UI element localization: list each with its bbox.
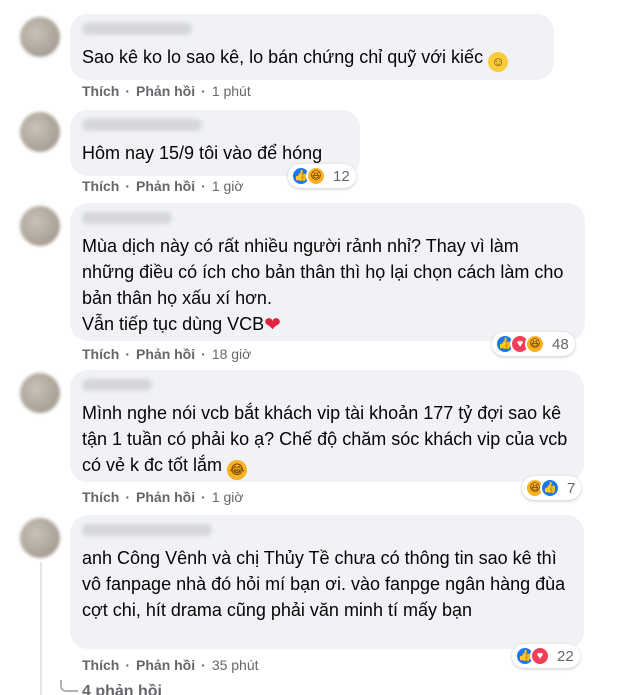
author-name-blurred[interactable] [82,23,192,35]
timestamp[interactable]: 1 phút [212,83,251,99]
separator-dot: · [201,83,206,99]
view-more-replies-link[interactable]: 4 phản hồi [82,683,162,695]
comment-bubble: anh Công Vênh và chị Thủy Tề chưa có thô… [70,515,584,649]
reply-button[interactable]: Phản hồi [136,178,195,194]
author-name-blurred[interactable] [82,524,212,536]
haha-reaction-icon: 😆 [525,334,545,354]
like-reaction-icon: 👍 [540,478,560,498]
reaction-summary[interactable]: 👍 😆 12 [288,164,356,188]
separator-dot: · [125,83,131,99]
reply-button[interactable]: Phản hồi [136,489,195,505]
reply-button[interactable]: Phản hồi [136,657,195,673]
comment-bubble: Sao kê ko lo sao kê, lo bán chứng chỉ qu… [70,14,554,80]
reply-arrow-icon [60,680,78,692]
author-name-blurred[interactable] [82,212,172,224]
reaction-summary[interactable]: 👍 ♥ 😆 48 [492,332,575,356]
timestamp[interactable]: 1 giờ [212,178,244,194]
comment-text: Mùa dịch này có rất nhiều người rảnh nhỉ… [82,236,564,336]
timestamp[interactable]: 1 giờ [212,489,244,505]
separator-dot: · [201,657,206,673]
separator-dot: · [125,489,131,505]
like-button[interactable]: Thích [82,346,119,362]
comment-actions: Thích · Phản hồi · 18 giờ [82,346,251,362]
reaction-summary[interactable]: 👍 ♥ 22 [512,644,580,668]
comment-actions: Thích · Phản hồi · 35 phút [82,657,259,673]
comment-bubble: Mùa dịch này có rất nhiều người rảnh nhỉ… [70,203,585,341]
avatar[interactable] [20,112,60,152]
like-button[interactable]: Thích [82,657,119,673]
reaction-count: 22 [557,647,574,665]
timestamp[interactable]: 35 phút [212,657,259,673]
like-button[interactable]: Thích [82,83,119,99]
separator-dot: · [201,489,206,505]
author-name-blurred[interactable] [82,379,152,391]
avatar[interactable] [20,373,60,413]
comment-text: Sao kê ko lo sao kê, lo bán chứng chỉ qu… [82,44,540,72]
timestamp[interactable]: 18 giờ [212,346,252,362]
comment-bubble: Mình nghe nói vcb bắt khách vip tài khoả… [70,370,584,482]
separator-dot: · [125,346,131,362]
reaction-count: 12 [333,167,350,185]
reply-button[interactable]: Phản hồi [136,83,195,99]
reaction-count: 48 [552,335,569,353]
comment-actions: Thích · Phản hồi · 1 giờ [82,489,244,505]
reply-thread-line [40,562,42,695]
comment-actions: Thích · Phản hồi · 1 giờ [82,178,244,194]
haha-reaction-icon: 😆 [306,166,326,186]
reaction-count: 7 [567,479,576,497]
comment-text: anh Công Vênh và chị Thủy Tề chưa có thô… [82,548,566,620]
separator-dot: · [125,657,131,673]
comment-actions: Thích · Phản hồi · 1 phút [82,83,251,99]
author-name-blurred[interactable] [82,119,202,131]
reply-button[interactable]: Phản hồi [136,346,195,362]
comment-text: Hôm nay 15/9 tôi vào để hóng [82,143,323,163]
separator-dot: · [201,178,206,194]
love-reaction-icon: ♥ [530,646,550,666]
comment-text: Mình nghe nói vcb bắt khách vip tài khoả… [82,400,570,480]
like-button[interactable]: Thích [82,489,119,505]
tears-of-joy-icon: 😂 [227,460,248,480]
red-heart-icon: ❤ [264,314,281,336]
separator-dot: · [125,178,131,194]
avatar[interactable] [20,206,60,246]
slightly-smiling-face-icon: ☺ [488,52,509,72]
separator-dot: · [201,346,206,362]
like-button[interactable]: Thích [82,178,119,194]
avatar[interactable] [20,518,60,558]
reaction-summary[interactable]: 😆 👍 7 [522,476,582,500]
avatar[interactable] [20,17,60,57]
